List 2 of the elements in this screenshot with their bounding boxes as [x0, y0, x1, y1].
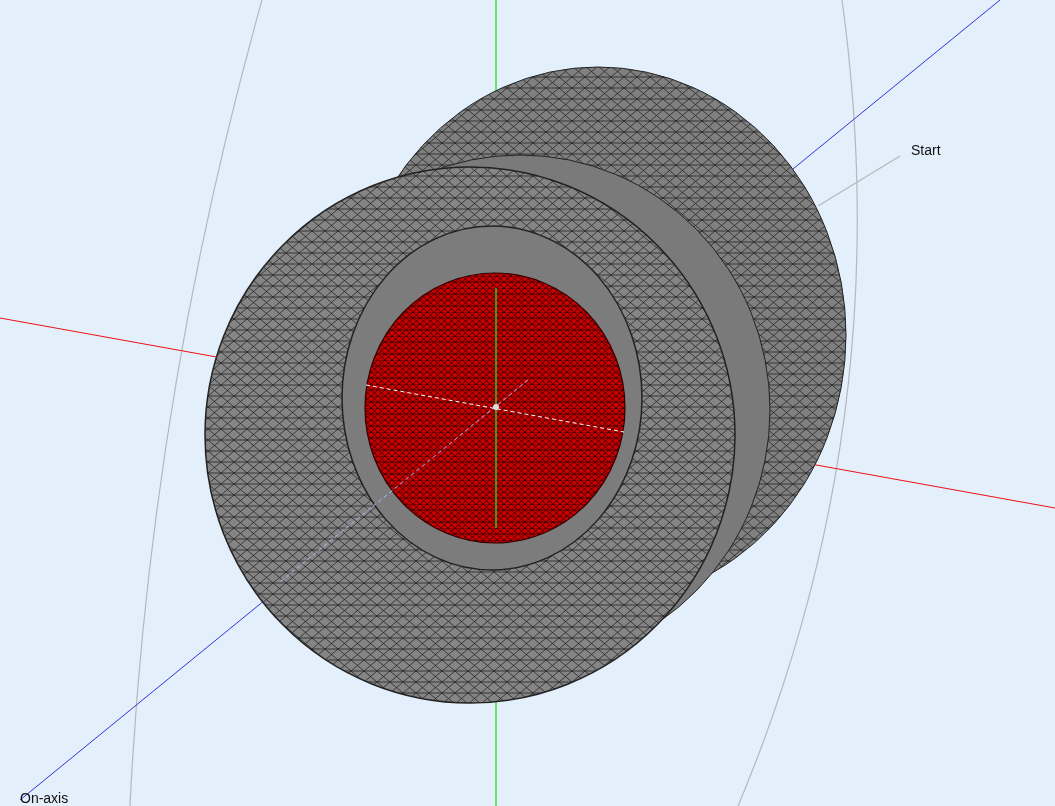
start-label: Start	[911, 142, 941, 158]
on-axis-label: On-axis	[20, 790, 69, 806]
